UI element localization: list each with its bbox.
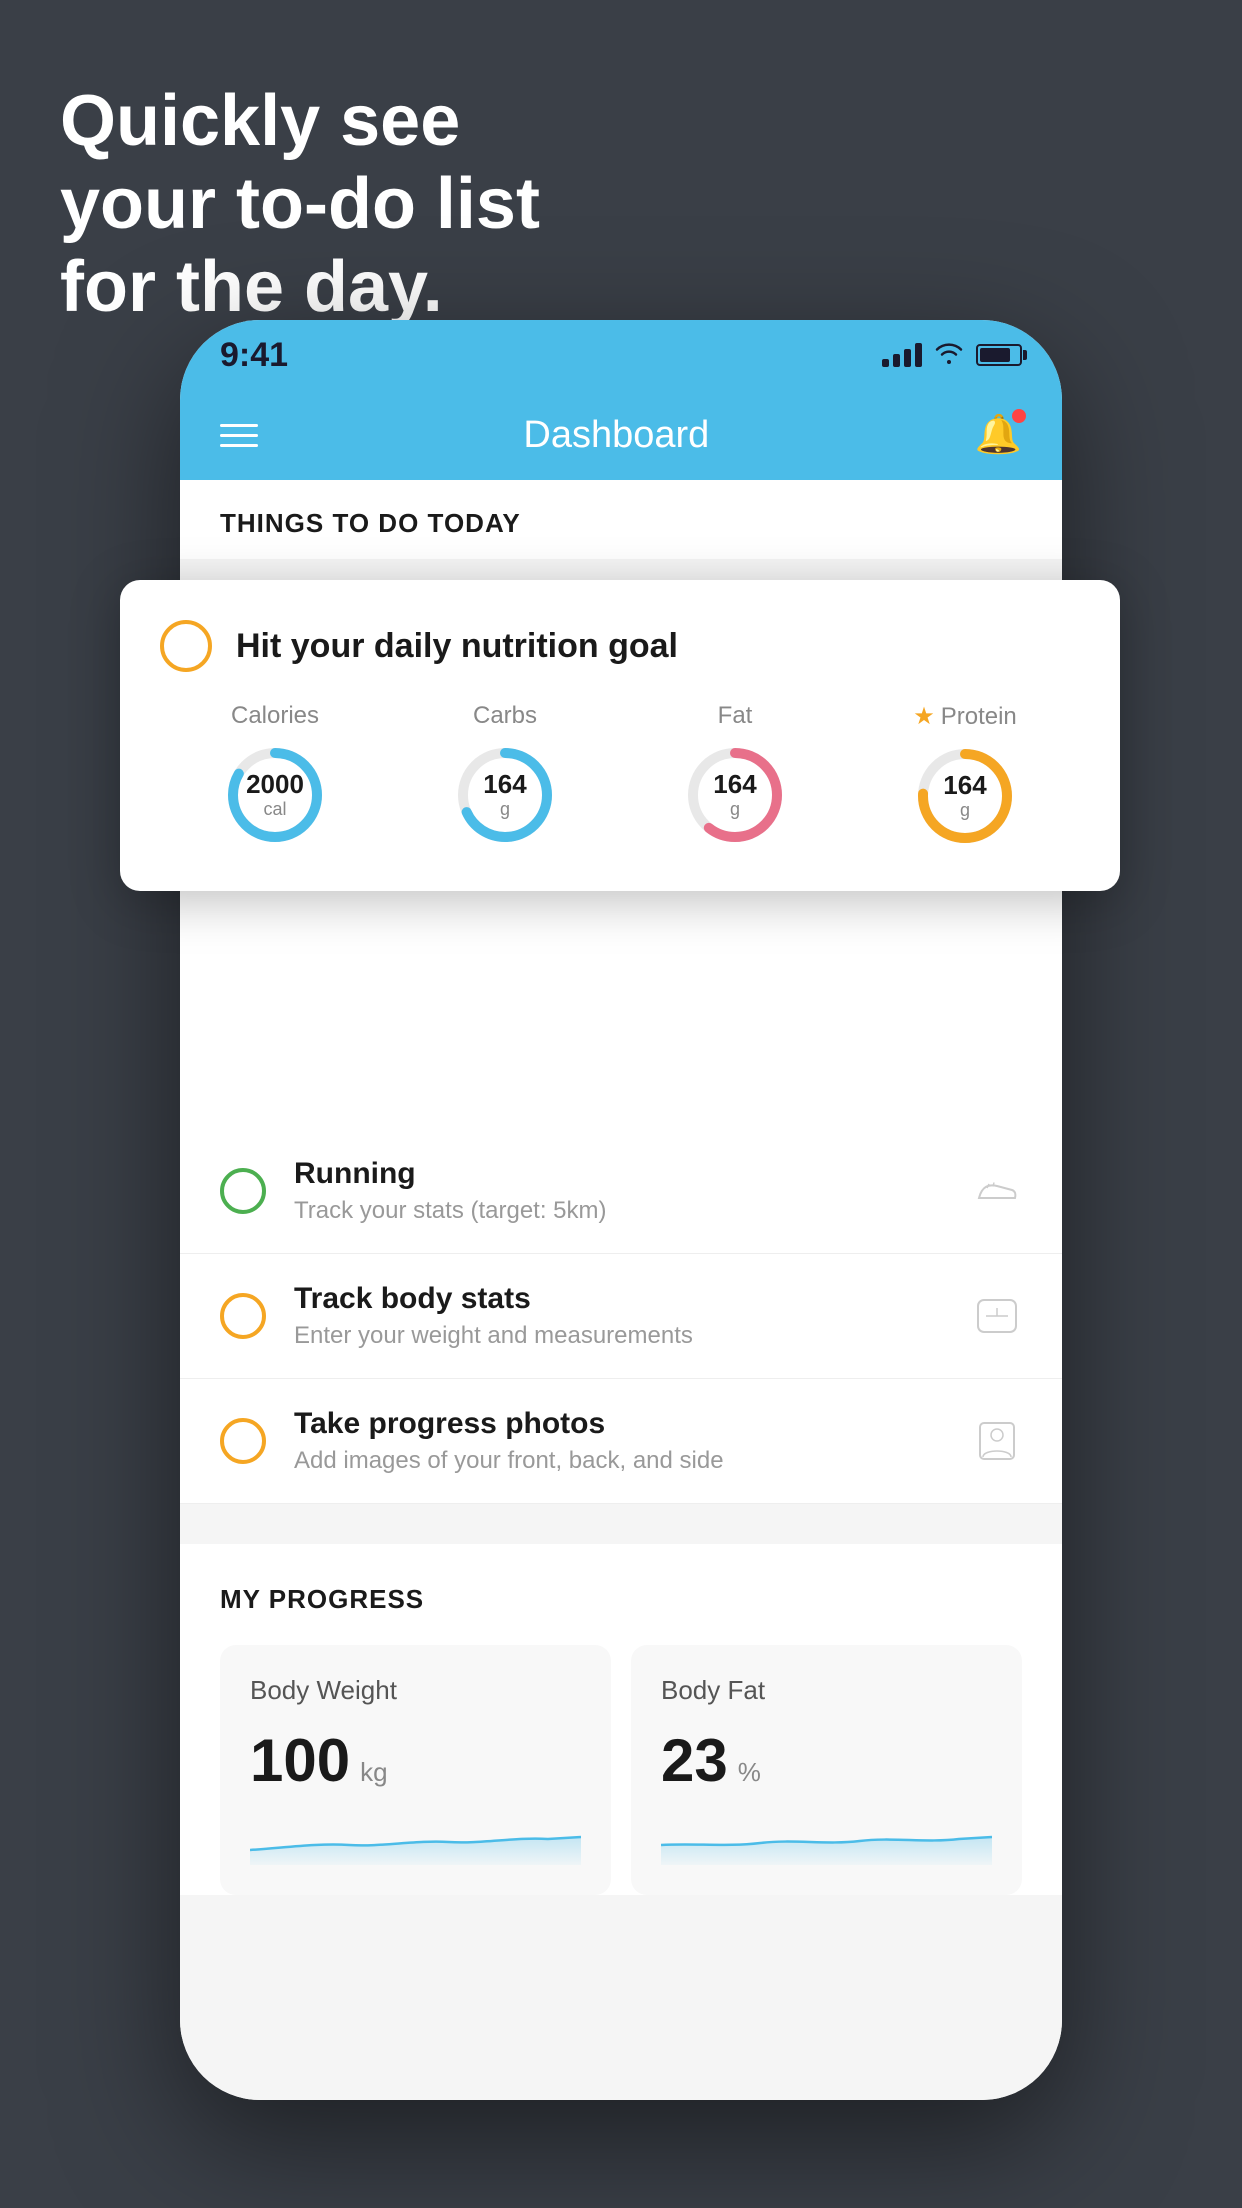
todo-list: Running Track your stats (target: 5km) T… <box>180 839 1062 1504</box>
body-stats-check-circle <box>220 1293 266 1339</box>
photos-subtitle: Add images of your front, back, and side <box>294 1447 972 1475</box>
fat-donut: 164 g <box>680 740 790 850</box>
carbs-unit: g <box>483 799 526 820</box>
things-to-do-header: THINGS TO DO TODAY <box>180 480 1062 559</box>
signal-icon <box>882 343 922 367</box>
body-weight-label: Body Weight <box>250 1675 581 1706</box>
notification-badge <box>1012 409 1026 423</box>
carbs-label: Carbs <box>473 702 537 730</box>
status-time: 9:41 <box>220 336 288 375</box>
photos-check-circle <box>220 1418 266 1464</box>
battery-icon <box>976 344 1022 366</box>
body-weight-value: 100 <box>250 1726 350 1795</box>
status-bar: 9:41 <box>180 320 1062 390</box>
wifi-icon <box>934 340 964 371</box>
body-fat-value: 23 <box>661 1726 728 1795</box>
photos-title: Take progress photos <box>294 1407 972 1441</box>
scale-icon <box>972 1291 1022 1341</box>
fat-item: Fat 164 g <box>680 702 790 850</box>
body-stats-title: Track body stats <box>294 1282 972 1316</box>
calories-label: Calories <box>231 702 319 730</box>
star-icon: ★ <box>913 702 935 731</box>
nutrition-card-title: Hit your daily nutrition goal <box>236 627 678 666</box>
status-icons <box>882 340 1022 371</box>
protein-item: ★ Protein 164 g <box>910 702 1020 851</box>
photos-content: Take progress photos Add images of your … <box>294 1407 972 1475</box>
header-title: Dashboard <box>523 414 709 457</box>
running-title: Running <box>294 1157 972 1191</box>
body-fat-value-row: 23 % <box>661 1726 992 1795</box>
person-photo-icon <box>972 1416 1022 1466</box>
body-weight-value-row: 100 kg <box>250 1726 581 1795</box>
protein-label: ★ Protein <box>913 702 1017 731</box>
body-weight-unit: kg <box>360 1757 387 1788</box>
body-fat-card[interactable]: Body Fat 23 % <box>631 1645 1022 1895</box>
progress-title: MY PROGRESS <box>220 1584 1022 1615</box>
protein-unit: g <box>943 800 986 821</box>
calories-item: Calories 2000 cal <box>220 702 330 850</box>
fat-unit: g <box>713 799 756 820</box>
body-weight-chart <box>250 1815 581 1865</box>
carbs-item: Carbs 164 g <box>450 702 560 850</box>
list-item[interactable]: Take progress photos Add images of your … <box>180 1379 1062 1504</box>
notification-bell-icon[interactable]: 🔔 <box>975 413 1022 457</box>
nutrition-row: Calories 2000 cal Carbs <box>160 702 1080 851</box>
running-check-circle <box>220 1168 266 1214</box>
body-fat-label: Body Fat <box>661 1675 992 1706</box>
protein-donut: 164 g <box>910 741 1020 851</box>
menu-button[interactable] <box>220 424 258 447</box>
progress-cards: Body Weight 100 kg <box>220 1645 1022 1895</box>
app-headline: Quickly see your to-do list for the day. <box>60 80 540 328</box>
calories-donut: 2000 cal <box>220 740 330 850</box>
my-progress-section: MY PROGRESS Body Weight 100 kg <box>180 1544 1062 1895</box>
carbs-value: 164 <box>483 770 526 799</box>
fat-label: Fat <box>718 702 753 730</box>
calories-unit: cal <box>246 799 304 820</box>
body-fat-chart <box>661 1815 992 1865</box>
shoe-icon <box>972 1166 1022 1216</box>
list-item[interactable]: Running Track your stats (target: 5km) <box>180 1129 1062 1254</box>
featured-nutrition-card[interactable]: Hit your daily nutrition goal Calories 2… <box>120 580 1120 891</box>
list-item[interactable]: Track body stats Enter your weight and m… <box>180 1254 1062 1379</box>
calories-value: 2000 <box>246 770 304 799</box>
nutrition-check-circle <box>160 620 212 672</box>
app-header: Dashboard 🔔 <box>180 390 1062 480</box>
card-header-row: Hit your daily nutrition goal <box>160 620 1080 672</box>
body-fat-unit: % <box>738 1757 761 1788</box>
body-stats-subtitle: Enter your weight and measurements <box>294 1322 972 1350</box>
running-subtitle: Track your stats (target: 5km) <box>294 1197 972 1225</box>
body-weight-card[interactable]: Body Weight 100 kg <box>220 1645 611 1895</box>
body-stats-content: Track body stats Enter your weight and m… <box>294 1282 972 1350</box>
things-to-do-title: THINGS TO DO TODAY <box>220 508 1022 539</box>
running-content: Running Track your stats (target: 5km) <box>294 1157 972 1225</box>
protein-value: 164 <box>943 771 986 800</box>
carbs-donut: 164 g <box>450 740 560 850</box>
fat-value: 164 <box>713 770 756 799</box>
